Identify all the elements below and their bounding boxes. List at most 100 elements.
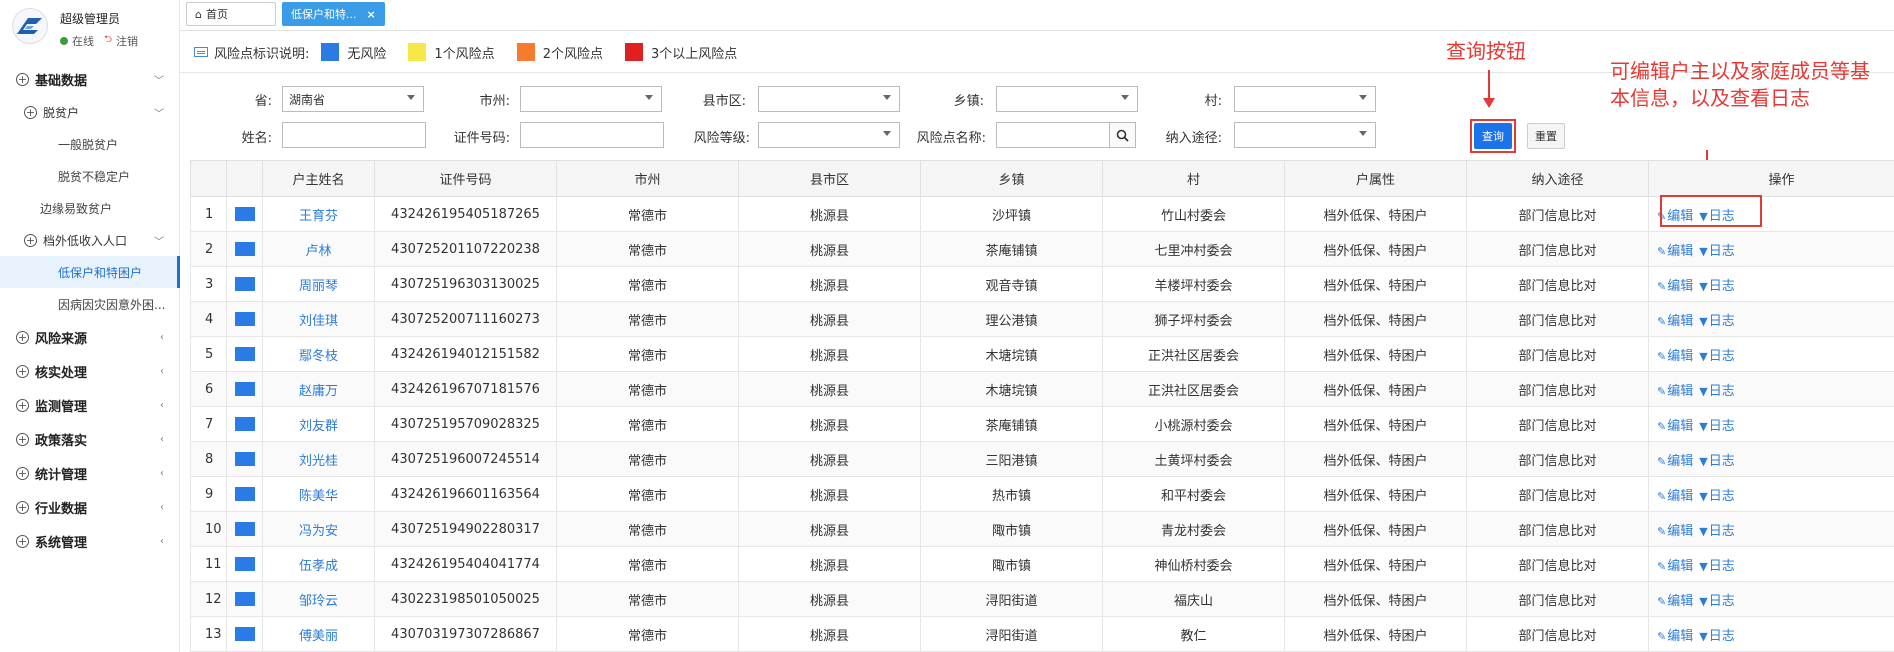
holder-name[interactable]: 刘佳琪: [262, 301, 375, 337]
menu-industry[interactable]: + 行业数据 ‹: [0, 490, 180, 524]
menu-general-relief[interactable]: 一般脱贫户: [0, 128, 180, 160]
reset-button[interactable]: 重置: [1527, 123, 1565, 149]
village-select[interactable]: [1234, 86, 1376, 112]
holder-name[interactable]: 伍孝成: [262, 546, 375, 582]
tab-low-security[interactable]: 低保户和特... ×: [282, 2, 385, 26]
log-link[interactable]: ▼日志: [1699, 629, 1734, 644]
close-icon[interactable]: ×: [367, 8, 376, 21]
table-row[interactable]: 13 傅美丽 430703197307286867 常德市 桃源县 浔阳街道 教仁 档外低保、…: [190, 616, 1894, 652]
log-link[interactable]: ▼日志: [1699, 524, 1734, 539]
holder-name-link[interactable]: 赵庸万: [299, 384, 338, 399]
holder-name[interactable]: 周丽琴: [262, 266, 375, 302]
menu-edge-poverty[interactable]: 边缘易致贫户: [0, 192, 180, 224]
log-link[interactable]: ▼日志: [1699, 454, 1734, 469]
edit-link[interactable]: ✎编辑: [1657, 524, 1693, 539]
table-row[interactable]: 1 王育芬 432426195405187265 常德市 桃源县 沙坪镇 竹山村委会 档外低保…: [190, 196, 1894, 232]
holder-name[interactable]: 傅美丽: [262, 616, 375, 652]
holder-name-link[interactable]: 周丽琴: [299, 279, 338, 294]
point-search-button[interactable]: [1110, 122, 1136, 148]
province-select[interactable]: 湖南省: [282, 86, 424, 112]
table-row[interactable]: 12 邹玲云 430223198501050025 常德市 桃源县 浔阳街道 福庆山 档外低保…: [190, 581, 1894, 617]
way-cell: 部门信息比对: [1466, 231, 1649, 267]
menu-unstable[interactable]: 脱贫不稳定户: [0, 160, 180, 192]
menu-disaster[interactable]: 因病因灾因意外困...: [0, 288, 180, 320]
menu-base-data[interactable]: + 基础数据 ﹀: [0, 62, 180, 96]
holder-name-link[interactable]: 傅美丽: [299, 629, 338, 644]
menu-poverty-relief[interactable]: + 脱贫户 ﹀: [0, 96, 180, 128]
holder-name-link[interactable]: 邹玲云: [299, 594, 338, 609]
edit-link[interactable]: ✎编辑: [1657, 314, 1693, 329]
edit-link[interactable]: ✎编辑: [1657, 419, 1693, 434]
table-row[interactable]: 6 赵庸万 432426196707181576 常德市 桃源县 木塘垸镇 正洪社区居委会档…: [190, 371, 1894, 407]
risk-indicator: [234, 347, 255, 361]
menu-low-security[interactable]: 低保户和特困户: [0, 256, 180, 288]
log-link[interactable]: ▼日志: [1699, 314, 1734, 329]
holder-name-link[interactable]: 鄢冬枝: [299, 349, 338, 364]
holder-name[interactable]: 冯为安: [262, 511, 375, 547]
id-input[interactable]: [520, 122, 664, 148]
logout-icon[interactable]: ⮌: [104, 32, 112, 49]
holder-name[interactable]: 陈美华: [262, 476, 375, 512]
edit-link[interactable]: ✎编辑: [1657, 594, 1693, 609]
table-row[interactable]: 11 伍孝成 432426195404041774 常德市 桃源县 陬市镇 神仙桥村委会 档外…: [190, 546, 1894, 582]
holder-name-link[interactable]: 陈美华: [299, 489, 338, 504]
menu-low-income[interactable]: + 档外低收入人口 ﹀: [0, 224, 180, 256]
edit-link[interactable]: ✎编辑: [1657, 244, 1693, 259]
menu-stats[interactable]: + 统计管理 ‹: [0, 456, 180, 490]
table-row[interactable]: 4 刘佳琪 430725200711160273 常德市 桃源县 理公港镇 狮子坪村委会 档外…: [190, 301, 1894, 337]
edit-link[interactable]: ✎编辑: [1657, 629, 1693, 644]
table-row[interactable]: 3 周丽琴 430725196303130025 常德市 桃源县 观音寺镇 羊楼坪村委会 档外…: [190, 266, 1894, 302]
log-link[interactable]: ▼日志: [1699, 279, 1734, 294]
log-link[interactable]: ▼日志: [1699, 594, 1734, 609]
holder-name[interactable]: 邹玲云: [262, 581, 375, 617]
table-row[interactable]: 2 卢林 430725201107220238 常德市 桃源县 茶庵铺镇 七里冲村委会 档外低…: [190, 231, 1894, 267]
log-link[interactable]: ▼日志: [1699, 559, 1734, 574]
tab-home[interactable]: ⌂ 首页: [186, 2, 276, 26]
holder-name-link[interactable]: 卢林: [305, 244, 331, 259]
menu-verify[interactable]: + 核实处理 ‹: [0, 354, 180, 388]
name-input[interactable]: [282, 122, 426, 148]
table-row[interactable]: 7 刘友群 430725195709028325 常德市 桃源县 茶庵铺镇 小桃源村委会 档外…: [190, 406, 1894, 442]
holder-name[interactable]: 王育芬: [262, 196, 375, 232]
table-row[interactable]: 9 陈美华 432426196601163564 常德市 桃源县 热市镇 和平村委会 档外低保…: [190, 476, 1894, 512]
holder-name[interactable]: 刘光桂: [262, 441, 375, 477]
menu-policy[interactable]: + 政策落实 ‹: [0, 422, 180, 456]
edit-link[interactable]: ✎编辑: [1657, 489, 1693, 504]
log-link[interactable]: ▼日志: [1699, 244, 1734, 259]
holder-name-link[interactable]: 伍孝成: [299, 559, 338, 574]
level-select[interactable]: [758, 122, 900, 148]
way-select[interactable]: [1234, 122, 1376, 148]
table-row[interactable]: 10 冯为安 430725194902280317 常德市 桃源县 陬市镇 青龙村委会 档外低…: [190, 511, 1894, 547]
holder-name-link[interactable]: 刘光桂: [299, 454, 338, 469]
edit-link[interactable]: ✎编辑: [1657, 384, 1693, 399]
edit-link[interactable]: ✎编辑: [1657, 559, 1693, 574]
edit-link[interactable]: ✎编辑: [1657, 349, 1693, 364]
edit-link[interactable]: ✎编辑: [1657, 279, 1693, 294]
logout-link[interactable]: 注销: [116, 33, 138, 49]
holder-name-link[interactable]: 刘友群: [299, 419, 338, 434]
holder-name-link[interactable]: 王育芬: [299, 209, 338, 224]
menu-monitor[interactable]: + 监测管理 ‹: [0, 388, 180, 422]
holder-name-link[interactable]: 刘佳琪: [299, 314, 338, 329]
plus-circle-icon: +: [16, 72, 29, 86]
edit-link[interactable]: ✎编辑: [1657, 454, 1693, 469]
menu-risk-source[interactable]: + 风险来源 ‹: [0, 320, 180, 354]
city-select[interactable]: [520, 86, 662, 112]
log-link[interactable]: ▼日志: [1699, 349, 1734, 364]
holder-name-link[interactable]: 冯为安: [299, 524, 338, 539]
county-select[interactable]: [758, 86, 900, 112]
log-link[interactable]: ▼日志: [1699, 384, 1734, 399]
table-row[interactable]: 5 鄢冬枝 432426194012151582 常德市 桃源县 木塘垸镇 正洪社区居委会档…: [190, 336, 1894, 372]
table-row[interactable]: 8 刘光桂 430725196007245514 常德市 桃源县 三阳港镇 土黄坪村委会 档外…: [190, 441, 1894, 477]
menu-system[interactable]: + 系统管理 ‹: [0, 524, 180, 558]
point-input[interactable]: [996, 122, 1110, 148]
holder-name[interactable]: 刘友群: [262, 406, 375, 442]
holder-name[interactable]: 赵庸万: [262, 371, 375, 407]
holder-name[interactable]: 卢林: [262, 231, 375, 267]
town-select[interactable]: [996, 86, 1138, 112]
log-link[interactable]: ▼日志: [1699, 489, 1734, 504]
log-link[interactable]: ▼日志: [1699, 419, 1734, 434]
town-cell: 沙坪镇: [920, 196, 1103, 232]
holder-name[interactable]: 鄢冬枝: [262, 336, 375, 372]
list-icon: [194, 47, 208, 57]
